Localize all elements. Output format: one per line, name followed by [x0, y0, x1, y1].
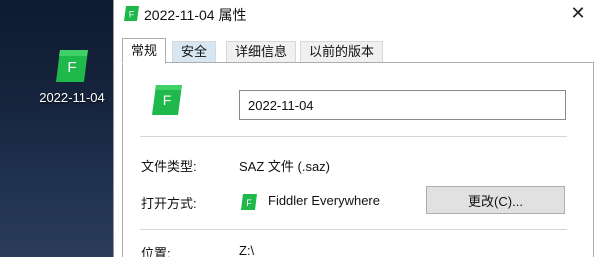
file-type-icon: F — [152, 85, 182, 115]
change-button[interactable]: 更改(C)... — [426, 186, 565, 214]
general-tab-panel: F 文件类型: SAZ 文件 (.saz) 打开方式: F Fiddler Ev… — [122, 62, 594, 257]
fiddler-app-icon: F — [241, 194, 257, 210]
fiddler-file-icon: F — [56, 50, 88, 82]
opens-with-label: 打开方式: — [141, 196, 197, 211]
title-bar: F 2022-11-04 属性 ✕ — [114, 0, 600, 28]
divider — [140, 136, 567, 137]
file-type-label: 文件类型: — [141, 159, 197, 174]
file-name-input[interactable] — [239, 90, 566, 120]
desktop-background: F 2022-11-04 — [0, 0, 113, 257]
opens-with-app: Fiddler Everywhere — [268, 193, 380, 208]
desktop-icon-label: 2022-11-04 — [39, 90, 105, 105]
dialog-title: 2022-11-04 属性 — [144, 7, 247, 23]
tab-security[interactable]: 安全 — [172, 41, 217, 63]
location-label: 位置: — [141, 246, 171, 257]
desktop-file-icon[interactable]: F 2022-11-04 — [36, 48, 108, 118]
icon-letter: F — [129, 10, 135, 20]
properties-dialog: F 2022-11-04 属性 ✕ 常规 安全 详细信息 以前的版本 F 文件类… — [113, 0, 600, 257]
tab-general[interactable]: 常规 — [122, 38, 167, 64]
close-icon[interactable]: ✕ — [564, 2, 592, 24]
location-value: Z:\ — [239, 243, 255, 257]
fiddler-app-icon: F — [124, 6, 139, 21]
icon-letter: F — [163, 92, 172, 108]
icon-letter: F — [67, 59, 76, 76]
icon-letter: F — [246, 198, 252, 208]
tab-previous-versions[interactable]: 以前的版本 — [300, 41, 384, 63]
tab-strip: 常规 安全 详细信息 以前的版本 — [122, 38, 594, 64]
divider — [140, 229, 567, 230]
file-type-value: SAZ 文件 (.saz) — [239, 159, 331, 174]
tab-details[interactable]: 详细信息 — [226, 41, 297, 63]
